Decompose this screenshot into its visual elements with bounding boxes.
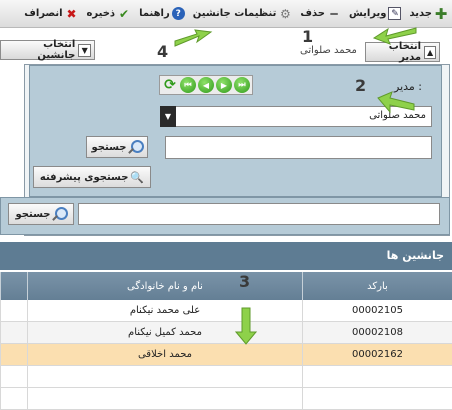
- grid-header: بارکد نام و نام خانوادگی: [0, 272, 452, 300]
- name-cell: علی محمد نیکنام: [27, 300, 302, 321]
- edit-label: ویرایش: [348, 8, 387, 19]
- page: ✚ جدید ✎ ویرایش ━ حذف ⚙ تنظیمات جانشین ?…: [0, 0, 452, 410]
- column-name[interactable]: نام و نام خانوادگی: [27, 272, 302, 300]
- previous-record-icon[interactable]: ◀: [198, 77, 214, 93]
- extra-cell: [0, 344, 27, 365]
- cancel-icon: ✖: [66, 6, 77, 21]
- advanced-search-icon: 🔍: [130, 170, 145, 184]
- panel-search-label: جستجو: [91, 141, 127, 153]
- help-label: راهنما: [139, 8, 170, 19]
- cancel-label: انصراف: [24, 8, 63, 19]
- callout-number-2: 2: [355, 76, 367, 95]
- check-icon: ✔: [119, 6, 130, 21]
- dropdown-arrow-icon[interactable]: ▼: [160, 106, 176, 127]
- table-row[interactable]: 00002105 علی محمد نیکنام: [0, 300, 452, 322]
- callout-arrow-4: [174, 29, 213, 47]
- barcode-cell: 00002162: [302, 344, 452, 365]
- alternate-settings-button[interactable]: ⚙ تنظیمات جانشین: [193, 7, 293, 21]
- magnifier-icon: [128, 140, 145, 154]
- callout-number-1: 1: [302, 27, 314, 46]
- barcode-cell: 00002108: [302, 322, 452, 343]
- cancel-button[interactable]: ✖ انصراف: [24, 7, 78, 21]
- extra-cell: [0, 300, 27, 321]
- next-record-icon[interactable]: ▶: [216, 77, 232, 93]
- select-alternate-label: انتخاب جانشین: [37, 39, 76, 61]
- table-row-empty: [0, 366, 452, 388]
- chevron-down-icon: ▼: [78, 43, 91, 57]
- advanced-search-button[interactable]: 🔍 جستجوی پیشرفته: [33, 166, 151, 188]
- save-label: ذخیره: [86, 8, 116, 19]
- barcode-cell: 00002105: [302, 300, 452, 321]
- table-row-selected[interactable]: 00002162 محمد اخلاقی: [0, 344, 452, 366]
- gear-icon: ⚙: [279, 6, 291, 21]
- callout-number-4: 4: [157, 42, 169, 61]
- table-row-empty: [0, 388, 452, 410]
- callout-arrow-2: [377, 91, 415, 114]
- column-extra: [0, 272, 27, 300]
- callout-arrow-3: [235, 307, 257, 345]
- magnifier-icon: [52, 207, 69, 221]
- new-label: جدید: [409, 8, 432, 19]
- panel-search-input[interactable]: [165, 136, 432, 159]
- select-alternate-button[interactable]: ▼ انتخاب جانشین: [0, 39, 95, 61]
- new-button[interactable]: ✚ جدید: [409, 4, 448, 23]
- outer-search-label: جستجو: [15, 208, 51, 220]
- help-icon: ?: [171, 7, 185, 20]
- outer-search-input[interactable]: [78, 203, 440, 225]
- extra-cell: [0, 322, 27, 343]
- plus-icon: ✚: [434, 4, 448, 23]
- advanced-search-label: جستجوی پیشرفته: [39, 171, 129, 183]
- delete-button[interactable]: ━ حذف: [300, 7, 341, 21]
- alternates-grid: بارکد نام و نام خانوادگی 00002105 علی مح…: [0, 272, 452, 410]
- outer-search-button[interactable]: جستجو: [8, 203, 74, 225]
- alternate-settings-label: تنظیمات جانشین: [192, 8, 277, 19]
- table-row[interactable]: 00002108 محمد کمیل نیکنام: [0, 322, 452, 344]
- refresh-icon[interactable]: ⟳: [162, 77, 178, 93]
- edit-icon: ✎: [388, 7, 402, 20]
- delete-label: حذف: [300, 8, 325, 19]
- name-cell: محمد کمیل نیکنام: [27, 322, 302, 343]
- current-manager-name: محمد صلواتی: [300, 45, 357, 56]
- panel-search-button[interactable]: جستجو: [86, 136, 148, 158]
- grid-title: جانشین ها: [0, 242, 452, 270]
- minus-icon: ━: [330, 6, 338, 21]
- column-barcode[interactable]: بارکد: [302, 272, 452, 300]
- callout-number-3: 3: [239, 272, 251, 291]
- save-button[interactable]: ✔ ذخیره: [87, 7, 132, 21]
- help-button[interactable]: ? راهنما: [139, 7, 185, 20]
- last-record-icon[interactable]: ⏭: [234, 77, 250, 93]
- name-cell: محمد اخلاقی: [27, 344, 302, 365]
- edit-button[interactable]: ✎ ویرایش: [349, 7, 402, 20]
- first-record-icon[interactable]: ⏮: [180, 77, 196, 93]
- record-navigator: ⟳ ⏮ ◀ ▶ ⏭: [159, 75, 253, 95]
- chevron-up-icon: ▲: [424, 45, 436, 59]
- callout-arrow-1: [372, 27, 417, 45]
